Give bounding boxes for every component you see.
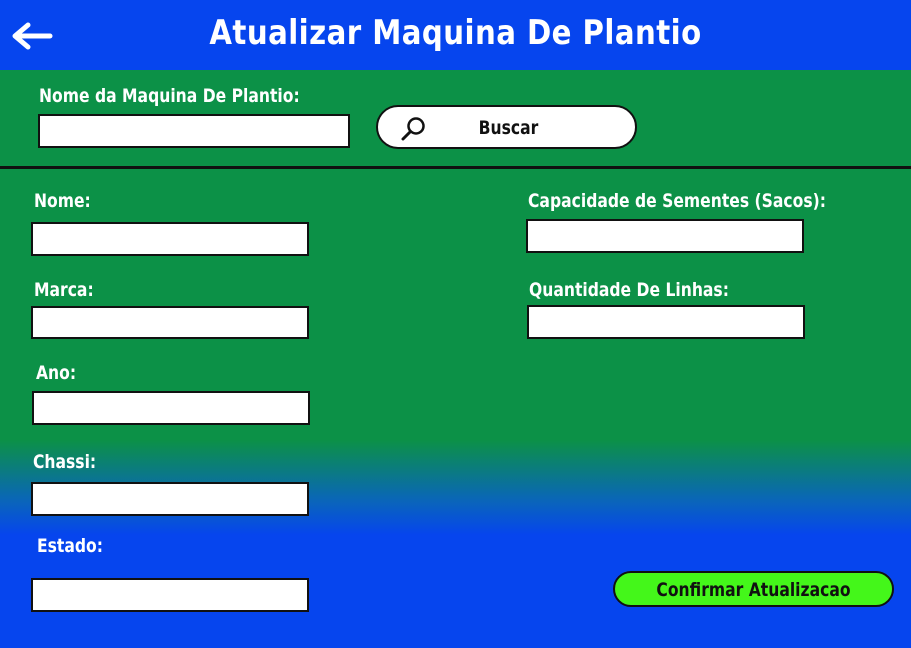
header-bar: Atualizar Maquina De Plantio xyxy=(0,0,911,70)
linhas-label: Quantidade De Linhas: xyxy=(529,279,729,301)
search-label: Nome da Maquina De Plantio: xyxy=(39,85,300,107)
section-divider xyxy=(0,166,911,169)
estado-label: Estado: xyxy=(37,535,103,557)
search-input[interactable] xyxy=(38,114,350,148)
search-button-label: Buscar xyxy=(478,117,539,139)
confirm-update-button[interactable]: Confirmar Atualizacao xyxy=(613,571,894,607)
arrow-left-icon xyxy=(12,22,53,50)
back-button[interactable] xyxy=(10,20,54,52)
search-button[interactable]: Buscar xyxy=(376,105,637,149)
page-title: Atualizar Maquina De Plantio xyxy=(209,13,702,53)
marca-field[interactable] xyxy=(31,306,309,339)
chassi-field[interactable] xyxy=(31,482,309,516)
chassi-label: Chassi: xyxy=(33,451,97,473)
nome-field[interactable] xyxy=(31,222,309,256)
ano-label: Ano: xyxy=(36,362,77,384)
confirm-update-label: Confirmar Atualizacao xyxy=(656,579,851,601)
capacidade-label: Capacidade de Sementes (Sacos): xyxy=(528,190,826,212)
linhas-field[interactable] xyxy=(527,305,805,339)
marca-label: Marca: xyxy=(34,279,94,301)
estado-field[interactable] xyxy=(31,578,309,612)
capacidade-field[interactable] xyxy=(526,219,804,253)
ano-field[interactable] xyxy=(32,391,310,425)
nome-label: Nome: xyxy=(34,190,91,212)
